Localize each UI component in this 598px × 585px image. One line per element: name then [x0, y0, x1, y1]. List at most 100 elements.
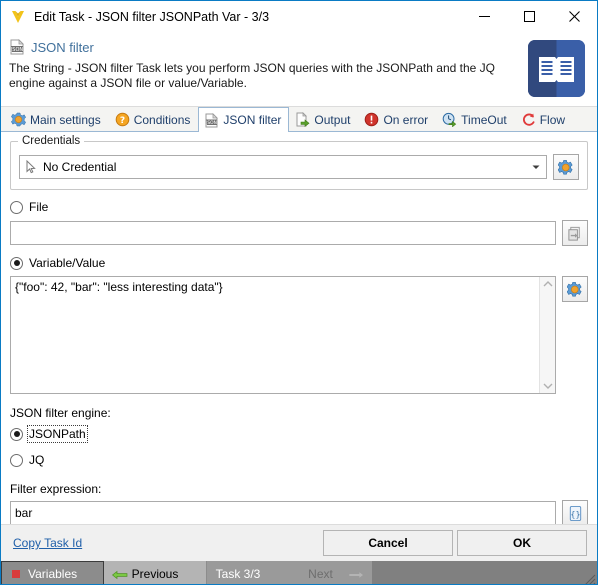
next-button[interactable]: Next: [269, 561, 372, 584]
cancel-button[interactable]: Cancel: [323, 530, 453, 556]
jq-radio[interactable]: [10, 453, 23, 467]
jq-radio-label: JQ: [29, 453, 45, 467]
tab-label: Conditions: [133, 112, 191, 127]
tab-main-settings[interactable]: Main settings: [5, 107, 109, 131]
variable-radio-label: Variable/Value: [29, 256, 106, 270]
json-document-icon: JSON: [204, 112, 219, 128]
svg-text:JSON: JSON: [205, 120, 217, 126]
variable-radio[interactable]: [10, 256, 23, 270]
tab-on-error[interactable]: On error: [358, 107, 436, 131]
file-browse-icon: [567, 226, 580, 241]
variable-value-text[interactable]: {"foo": 42, "bar": "less interesting dat…: [11, 277, 539, 393]
variable-value-row: {"foo": 42, "bar": "less interesting dat…: [10, 276, 588, 394]
file-radio[interactable]: [10, 200, 23, 214]
open-book-icon: [528, 40, 585, 97]
output-arrow-icon: [295, 112, 310, 128]
tab-label: On error: [383, 112, 429, 127]
edit-task-dialog: Edit Task - JSON filter JSONPath Var - 3…: [0, 0, 598, 585]
variable-settings-button[interactable]: [562, 276, 588, 302]
filter-expression-input[interactable]: bar: [10, 501, 556, 525]
tab-bar: Main settings ? Conditions JSON JSON fil…: [1, 107, 597, 132]
engine-option-jsonpath[interactable]: JSONPath: [10, 424, 588, 444]
flow-loop-icon: [521, 112, 536, 127]
credentials-group: Credentials No Credential: [10, 135, 588, 190]
tab-label: Main settings: [30, 112, 101, 127]
file-radio-row[interactable]: File: [10, 197, 588, 217]
json-document-icon: JSON: [9, 39, 25, 55]
question-mark-icon: ?: [115, 112, 130, 127]
mouse-pointer-icon: [24, 159, 38, 174]
chevron-down-icon[interactable]: [526, 156, 546, 178]
file-path-input[interactable]: [10, 221, 556, 245]
resize-grip-icon[interactable]: [582, 572, 596, 584]
previous-label: Previous: [131, 567, 179, 581]
tab-label: TimeOut: [461, 112, 507, 127]
minimize-button[interactable]: [462, 1, 507, 32]
task-header: JSON JSON filter The String - JSON filte…: [1, 32, 597, 107]
svg-text:?: ?: [120, 116, 125, 126]
dialog-footer: Copy Task Id Cancel OK: [1, 524, 597, 561]
variable-value-textarea[interactable]: {"foo": 42, "bar": "less interesting dat…: [10, 276, 556, 394]
clock-refresh-icon: [442, 112, 457, 128]
page-title: JSON filter: [31, 39, 94, 55]
close-button[interactable]: [552, 1, 597, 32]
textarea-scrollbar[interactable]: [539, 277, 555, 393]
jsonpath-radio[interactable]: [10, 427, 23, 441]
arrow-left-icon: [111, 569, 128, 583]
file-browse-button[interactable]: [562, 220, 588, 246]
svg-text:JSON: JSON: [10, 47, 24, 53]
tab-timeout[interactable]: TimeOut: [436, 107, 515, 131]
ok-button[interactable]: OK: [457, 530, 587, 556]
file-path-row: [10, 220, 588, 246]
next-label: Next: [308, 567, 333, 581]
window-controls: [462, 1, 597, 32]
gear-settings-icon: [557, 159, 573, 174]
svg-text:{}: {}: [570, 509, 580, 518]
vistual-v-logo-icon: [9, 8, 27, 26]
close-icon: [569, 11, 580, 22]
filter-braces-button[interactable]: {}: [562, 500, 588, 526]
maximize-icon: [524, 11, 535, 22]
error-exclamation-icon: [364, 112, 379, 127]
chevron-up-icon[interactable]: [543, 280, 553, 288]
maximize-button[interactable]: [507, 1, 552, 32]
tab-label: JSON filter: [223, 113, 282, 127]
arrow-right-icon: [348, 569, 365, 583]
title-bar: Edit Task - JSON filter JSONPath Var - 3…: [1, 1, 597, 32]
engine-label: JSON filter engine:: [10, 406, 111, 420]
curly-braces-icon: {}: [569, 505, 581, 521]
chevron-down-icon[interactable]: [543, 382, 553, 390]
gear-icon: [10, 112, 27, 127]
copy-task-id-link[interactable]: Copy Task Id: [13, 536, 82, 550]
tab-label: Output: [314, 112, 351, 127]
credential-settings-button[interactable]: [553, 154, 579, 180]
previous-button[interactable]: Previous: [104, 561, 207, 584]
window-title: Edit Task - JSON filter JSONPath Var - 3…: [34, 9, 270, 24]
jsonpath-radio-label: JSONPath: [27, 425, 88, 443]
header-title-row: JSON JSON filter: [9, 38, 587, 56]
gear-settings-icon: [566, 281, 582, 296]
variable-radio-row[interactable]: Variable/Value: [10, 253, 588, 273]
json-filter-panel: Credentials No Credential File Variable/…: [1, 135, 597, 526]
credential-select[interactable]: No Credential: [19, 155, 547, 179]
filter-expression-row: bar {}: [10, 500, 588, 526]
filter-expression-label: Filter expression:: [10, 482, 102, 496]
variables-button[interactable]: Variables: [1, 561, 104, 584]
header-description: The String - JSON filter Task lets you p…: [9, 61, 495, 90]
credentials-legend: Credentials: [18, 135, 85, 147]
red-square-icon: [12, 570, 20, 578]
tab-conditions[interactable]: ? Conditions: [109, 107, 199, 131]
status-bar: Variables Previous Task 3/3 Next: [1, 561, 597, 584]
credentials-row: No Credential: [19, 154, 579, 180]
tab-flow[interactable]: Flow: [515, 107, 573, 131]
tab-output[interactable]: Output: [289, 107, 358, 131]
credential-value: No Credential: [43, 160, 117, 174]
file-radio-label: File: [29, 200, 49, 214]
variables-label: Variables: [28, 567, 78, 581]
task-counter: Task 3/3: [207, 561, 269, 584]
dialog-buttons: Cancel OK: [319, 530, 587, 556]
tab-json-filter[interactable]: JSON JSON filter: [198, 107, 290, 132]
minimize-icon: [479, 16, 490, 17]
engine-option-jq[interactable]: JQ: [10, 450, 588, 470]
tab-label: Flow: [539, 112, 566, 127]
